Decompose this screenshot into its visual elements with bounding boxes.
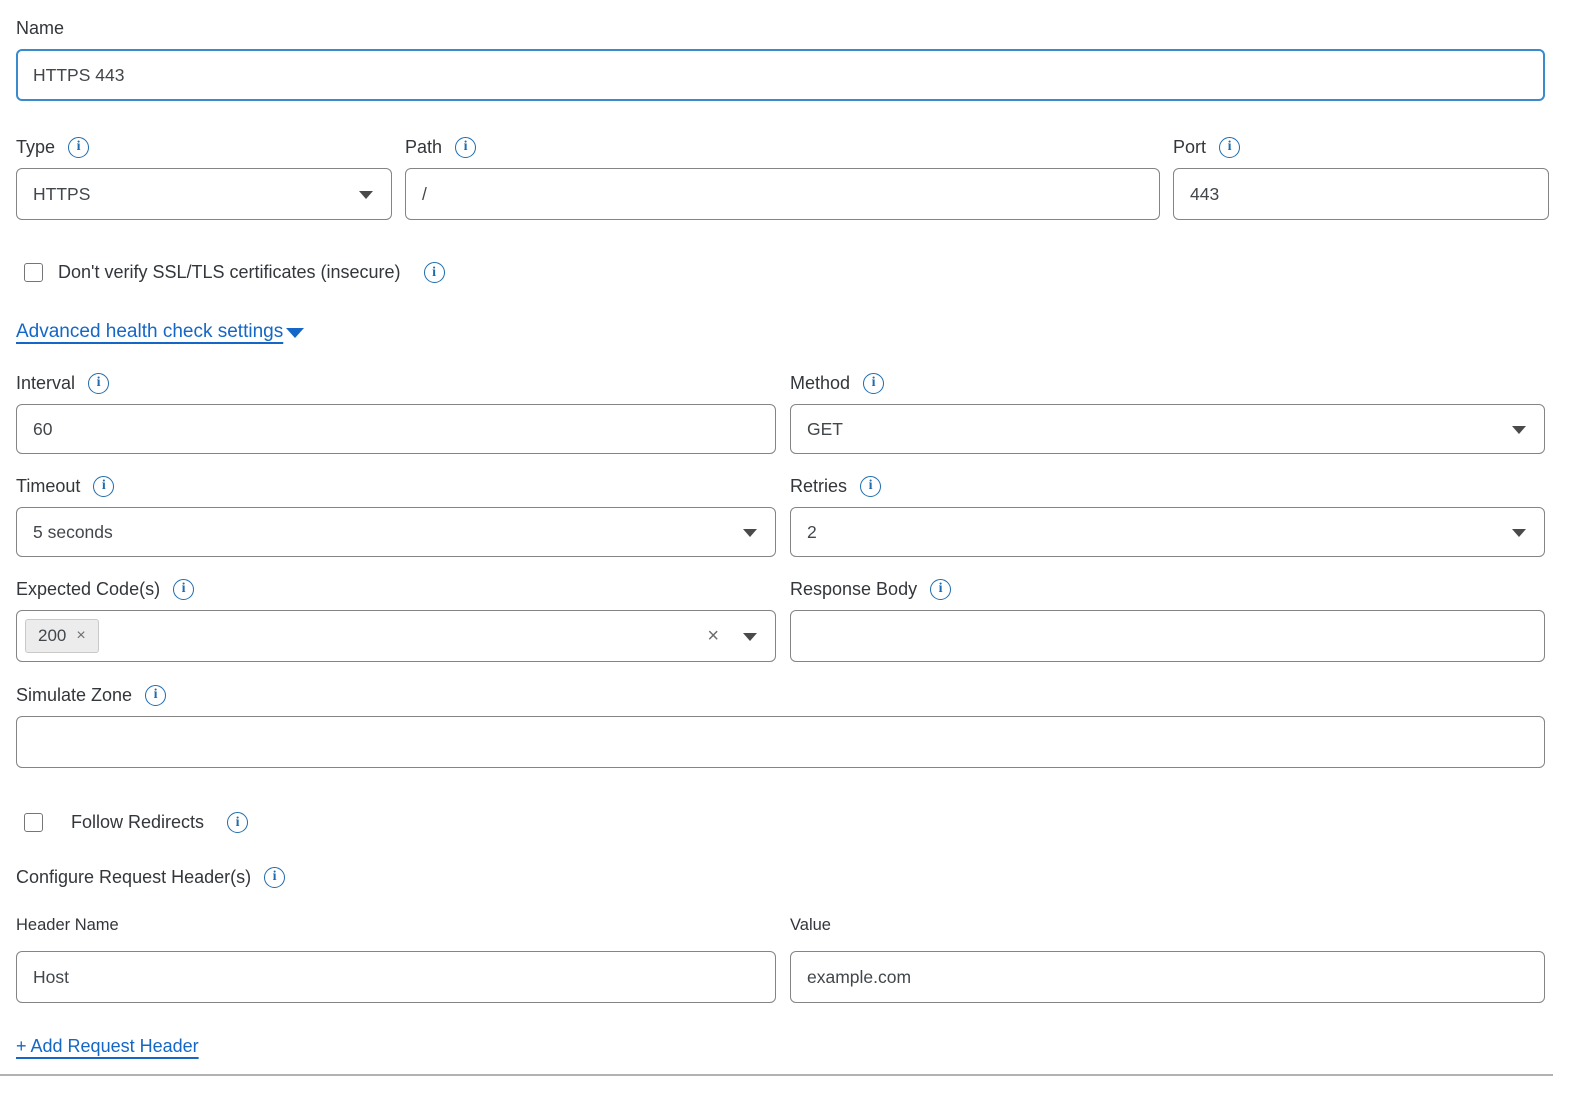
name-label: Name (16, 16, 64, 40)
retries-select[interactable]: 2 (790, 507, 1545, 557)
expected-codes-label: Expected Code(s) (16, 577, 160, 601)
add-request-header-link[interactable]: + Add Request Header (16, 1036, 199, 1057)
header-value-field: Value (790, 916, 1545, 1003)
follow-redirects-checkbox[interactable] (24, 813, 43, 832)
tag-remove-icon[interactable]: × (76, 627, 85, 645)
simulate-zone-field: Simulate Zone i (16, 683, 1545, 768)
header-value-label: Value (790, 916, 1545, 935)
ssl-verify-checkbox[interactable] (24, 263, 43, 282)
simulate-zone-info-icon[interactable]: i (145, 685, 166, 706)
port-info-icon[interactable]: i (1219, 137, 1240, 158)
response-body-info-icon[interactable]: i (930, 579, 951, 600)
timeout-label: Timeout (16, 474, 80, 498)
timeout-info-icon[interactable]: i (93, 476, 114, 497)
chevron-down-icon (743, 633, 757, 641)
expected-code-tag: 200 × (25, 619, 99, 653)
path-field: Path i (405, 135, 1160, 220)
response-body-field: Response Body i (790, 577, 1545, 662)
method-field: Method i GET (790, 371, 1545, 454)
type-select[interactable]: HTTPS (16, 168, 392, 220)
ssl-verify-info-icon[interactable]: i (424, 262, 445, 283)
response-body-input[interactable] (790, 610, 1545, 662)
retries-field: Retries i 2 (790, 474, 1545, 557)
expected-codes-field: Expected Code(s) i 200 × × (16, 577, 776, 662)
simulate-zone-input[interactable] (16, 716, 1545, 768)
type-field: Type i HTTPS (16, 135, 392, 220)
request-headers-info-icon[interactable]: i (264, 867, 285, 888)
method-info-icon[interactable]: i (863, 373, 884, 394)
chevron-down-icon (1512, 529, 1526, 537)
expected-code-tag-value: 200 (38, 626, 66, 646)
interval-input[interactable] (16, 404, 776, 454)
clear-all-icon[interactable]: × (707, 626, 719, 646)
header-name-input[interactable] (16, 951, 776, 1003)
interval-field: Interval i (16, 371, 776, 454)
name-input[interactable] (16, 49, 1545, 101)
chevron-down-icon (286, 328, 304, 338)
path-info-icon[interactable]: i (455, 137, 476, 158)
advanced-settings-link-label: Advanced health check settings (16, 321, 283, 343)
type-info-icon[interactable]: i (68, 137, 89, 158)
interval-label: Interval (16, 371, 75, 395)
advanced-settings-link[interactable]: Advanced health check settings (16, 321, 304, 343)
port-label: Port (1173, 135, 1206, 159)
response-body-label: Response Body (790, 577, 917, 601)
header-name-field: Header Name (16, 916, 776, 1003)
type-select-value: HTTPS (33, 184, 90, 205)
method-select[interactable]: GET (790, 404, 1545, 454)
expected-codes-info-icon[interactable]: i (173, 579, 194, 600)
section-divider (0, 1074, 1553, 1076)
retries-info-icon[interactable]: i (860, 476, 881, 497)
ssl-verify-label: Don't verify SSL/TLS certificates (insec… (58, 262, 401, 283)
port-field: Port i (1173, 135, 1549, 220)
chevron-down-icon (1512, 426, 1526, 434)
method-label: Method (790, 371, 850, 395)
interval-info-icon[interactable]: i (88, 373, 109, 394)
chevron-down-icon (743, 529, 757, 537)
header-value-input[interactable] (790, 951, 1545, 1003)
add-request-header-label: + Add Request Header (16, 1036, 199, 1057)
timeout-field: Timeout i 5 seconds (16, 474, 776, 557)
path-label: Path (405, 135, 442, 159)
follow-redirects-label: Follow Redirects (71, 812, 204, 833)
method-select-value: GET (807, 419, 843, 440)
type-label: Type (16, 135, 55, 159)
retries-label: Retries (790, 474, 847, 498)
chevron-down-icon (359, 191, 373, 199)
retries-select-value: 2 (807, 522, 817, 543)
timeout-select-value: 5 seconds (33, 522, 113, 543)
path-input[interactable] (405, 168, 1160, 220)
health-check-form: Name Type i HTTPS Path i Port i (0, 0, 1570, 1076)
expected-codes-multiselect[interactable]: 200 × × (16, 610, 776, 662)
follow-redirects-info-icon[interactable]: i (227, 812, 248, 833)
request-headers-label: Configure Request Header(s) (16, 865, 251, 889)
simulate-zone-label: Simulate Zone (16, 683, 132, 707)
header-name-label: Header Name (16, 916, 776, 935)
timeout-select[interactable]: 5 seconds (16, 507, 776, 557)
port-input[interactable] (1173, 168, 1549, 220)
request-header-row: Header Name Value (16, 916, 1545, 1003)
